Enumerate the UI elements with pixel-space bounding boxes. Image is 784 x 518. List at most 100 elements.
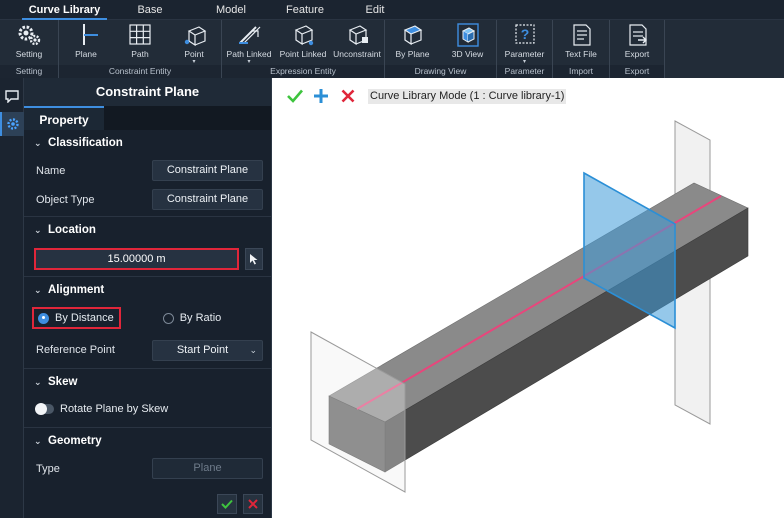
ribbon-group-setting: Setting Setting: [0, 20, 59, 78]
menu-tab-curve-library[interactable]: Curve Library: [22, 0, 107, 20]
parameter-button[interactable]: ? Parameter ▾: [497, 20, 552, 65]
gear-icon: [7, 118, 19, 130]
menu-tab-model[interactable]: Model: [201, 0, 261, 20]
viewport-accept-button[interactable]: [285, 86, 305, 106]
ribbon-toolbar: Setting Setting Plane Path Point ▾ Const…: [0, 20, 784, 78]
menu-tab-edit[interactable]: Edit: [345, 0, 405, 20]
by-distance-label: By Distance: [55, 312, 114, 324]
chevron-down-icon: ⌄: [34, 137, 42, 148]
setting-button[interactable]: Setting: [0, 20, 58, 65]
export-button[interactable]: Export: [610, 20, 664, 65]
menu-tab-feature[interactable]: Feature: [275, 0, 335, 20]
gears-icon: [18, 25, 41, 46]
tab-property[interactable]: Property: [24, 106, 104, 130]
checkmark-icon: [287, 89, 303, 103]
path-linked-button[interactable]: Path Linked ▾: [222, 20, 276, 65]
by-ratio-label: By Ratio: [179, 312, 222, 324]
path-grid-icon: [129, 24, 151, 45]
plane-button-label: Plane: [75, 49, 97, 59]
ribbon-group-expression-entity: Path Linked ▾ Point Linked Unconstraint …: [222, 20, 385, 78]
viewport-cancel-button[interactable]: [338, 86, 358, 106]
property-panel: Constraint Plane Property ⌄ Classificati…: [24, 78, 272, 518]
close-icon: [341, 89, 355, 103]
name-field[interactable]: Constraint Plane: [152, 160, 263, 181]
ribbon-group-import: Text File Import: [553, 20, 610, 78]
point-icon: [184, 26, 207, 47]
path-linked-icon: [239, 26, 261, 44]
object-type-row: Object Type Constraint Plane: [24, 185, 271, 214]
comment-panel-button[interactable]: [0, 84, 24, 108]
geometry-type-field: Plane: [152, 458, 263, 479]
rotate-plane-label: Rotate Plane by Skew: [60, 403, 169, 415]
mode-label: Curve Library Mode (1 : Curve library-1): [368, 89, 567, 104]
ribbon-group-label: Expression Entity: [222, 65, 384, 78]
reference-point-row: Reference Point Start Point ⌄: [24, 333, 271, 367]
by-ratio-radio[interactable]: By Ratio: [159, 307, 227, 329]
point-linked-button-label: Point Linked: [279, 49, 327, 59]
parameter-button-label: Parameter: [504, 49, 545, 59]
classification-header[interactable]: ⌄ Classification: [24, 130, 271, 156]
path-button-label: Path: [131, 49, 149, 59]
reference-point-value: Start Point: [176, 343, 229, 356]
location-row: 15.00000 m: [24, 243, 271, 275]
panel-footer: [24, 490, 271, 518]
3d-viewport[interactable]: Curve Library Mode (1 : Curve library-1): [273, 78, 784, 518]
by-distance-radio[interactable]: By Distance: [32, 307, 121, 329]
panel-ok-button[interactable]: [217, 494, 237, 514]
geometry-type-row: Type Plane: [24, 454, 271, 483]
alignment-title: Alignment: [48, 284, 105, 296]
unconstraint-button[interactable]: Unconstraint: [330, 20, 384, 65]
pick-location-button[interactable]: [245, 248, 263, 270]
by-plane-button[interactable]: By Plane: [385, 20, 440, 65]
menu-bar: Curve Library Base Model Feature Edit: [0, 0, 784, 20]
reference-point-select[interactable]: Start Point ⌄: [152, 339, 263, 361]
3d-view-button-label: 3D View: [451, 49, 484, 59]
skew-title: Skew: [48, 376, 78, 388]
menu-tab-base[interactable]: Base: [129, 0, 171, 20]
alignment-header[interactable]: ⌄ Alignment: [24, 277, 271, 303]
3d-view-button[interactable]: 3D View: [440, 20, 495, 65]
object-type-field[interactable]: Constraint Plane: [152, 189, 263, 210]
plane-icon: [83, 24, 98, 45]
plane-button[interactable]: Plane: [59, 20, 113, 65]
ribbon-group-label: Parameter: [497, 65, 552, 78]
cube-3d-icon: [456, 23, 479, 47]
chevron-down-icon: ⌄: [34, 224, 42, 235]
location-section: ⌄ Location 15.00000 m: [24, 217, 271, 277]
path-button[interactable]: Path: [113, 20, 167, 65]
rotate-plane-row: Rotate Plane by Skew: [24, 395, 271, 423]
ribbon-group-label: Drawing View: [385, 65, 496, 78]
skew-header[interactable]: ⌄ Skew: [24, 369, 271, 395]
text-file-button[interactable]: Text File: [553, 20, 609, 65]
ribbon-group-parameter: ? Parameter ▾ Parameter: [497, 20, 553, 78]
geometry-type-label: Type: [36, 462, 60, 475]
alignment-mode-row: By Distance By Ratio: [24, 303, 271, 333]
export-button-label: Export: [624, 49, 650, 59]
chevron-down-icon: ⌄: [34, 376, 42, 387]
point-linked-button[interactable]: Point Linked: [276, 20, 330, 65]
ribbon-group-drawing-view: By Plane 3D View Drawing View: [385, 20, 497, 78]
location-title: Location: [48, 224, 96, 236]
location-header[interactable]: ⌄ Location: [24, 217, 271, 243]
by-plane-button-label: By Plane: [395, 49, 430, 59]
text-file-button-label: Text File: [565, 49, 597, 59]
3d-scene: [310, 120, 749, 493]
start-constraint-plane: [310, 331, 406, 493]
property-panel-button[interactable]: [0, 112, 24, 136]
left-icon-strip: [0, 78, 24, 518]
alignment-section: ⌄ Alignment By Distance By Ratio Referen…: [24, 277, 271, 369]
point-button[interactable]: Point ▾: [167, 20, 221, 65]
geometry-header[interactable]: ⌄ Geometry: [24, 428, 271, 454]
viewport-add-button[interactable]: [311, 86, 331, 106]
path-linked-button-label: Path Linked: [226, 49, 272, 59]
export-icon: [629, 24, 647, 46]
setting-button-label: Setting: [15, 49, 43, 59]
classification-section: ⌄ Classification Name Constraint Plane O…: [24, 130, 271, 217]
radio-unselected-icon: [162, 312, 174, 324]
rotate-plane-toggle[interactable]: [35, 403, 54, 415]
panel-cancel-button[interactable]: [243, 494, 263, 514]
point-linked-icon: [294, 25, 314, 46]
parameter-icon: ?: [514, 24, 535, 44]
svg-text:?: ?: [520, 26, 529, 42]
location-input[interactable]: 15.00000 m: [34, 248, 240, 270]
